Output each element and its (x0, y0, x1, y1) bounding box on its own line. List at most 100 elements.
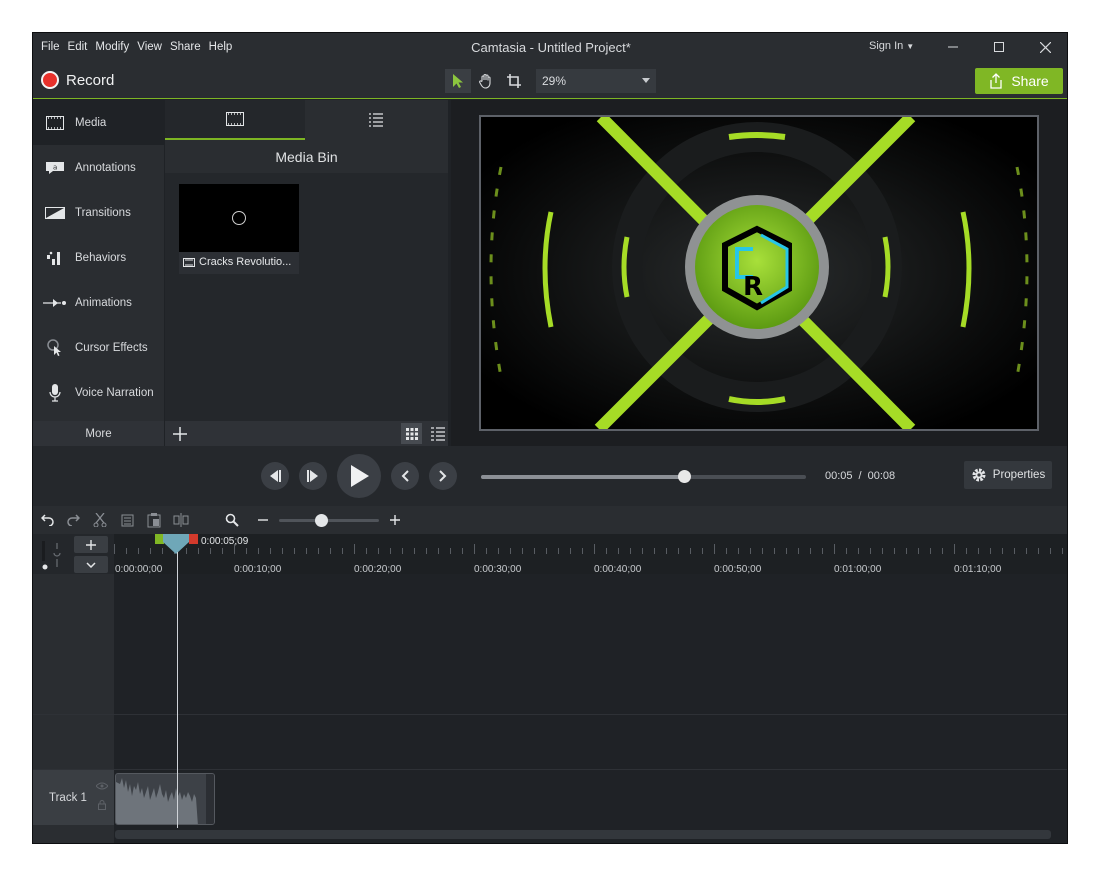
scrubber-handle[interactable] (678, 470, 692, 483)
properties-label: Properties (992, 469, 1046, 481)
nav-annotations-label: Annotations (75, 161, 136, 174)
track-1-label: Track 1 (49, 791, 87, 804)
menu-modify[interactable]: Modify (91, 41, 133, 53)
menu-view[interactable]: View (133, 41, 166, 53)
ruler-tick (558, 548, 559, 554)
ruler-tick (954, 544, 955, 554)
menu-help[interactable]: Help (205, 41, 237, 53)
arrow-pointer-icon (453, 74, 463, 88)
nav-cursor-effects[interactable]: Cursor Effects (33, 325, 164, 370)
film-icon (183, 257, 195, 267)
nav-voice-narration[interactable]: Voice Narration (33, 370, 164, 415)
undo-button[interactable] (39, 511, 57, 529)
playhead-time: 0:00:05;09 (201, 536, 249, 547)
nav-annotations[interactable]: a Annotations (33, 145, 164, 190)
tab-library[interactable] (306, 100, 446, 140)
ruler-tick (678, 548, 679, 554)
properties-button[interactable]: Properties (964, 461, 1052, 489)
ruler-tick (414, 548, 415, 554)
next-marker-button[interactable] (429, 462, 457, 490)
eye-icon[interactable] (96, 782, 108, 790)
zoom-dropdown[interactable]: 29% (536, 69, 656, 93)
close-button[interactable] (1022, 33, 1067, 61)
nav-media-label: Media (75, 116, 107, 129)
redo-icon (67, 514, 80, 526)
ruler-tick (462, 548, 463, 554)
minimize-button[interactable] (930, 33, 976, 61)
more-button[interactable]: More (33, 421, 164, 446)
step-forward-button[interactable] (299, 462, 327, 490)
chevron-right-icon (439, 470, 447, 482)
track-divider (33, 714, 1067, 715)
copy-button[interactable] (118, 511, 136, 529)
split-button[interactable] (172, 511, 190, 529)
select-tool[interactable] (445, 69, 471, 93)
canvas-tools (445, 69, 527, 93)
redo-button[interactable] (64, 511, 82, 529)
list-view-button[interactable] (427, 423, 448, 444)
maximize-button[interactable] (976, 33, 1022, 61)
ruler-tick (222, 548, 223, 554)
ruler-tick (330, 548, 331, 554)
playhead[interactable] (155, 534, 198, 554)
ruler-tick (402, 548, 403, 554)
ruler-tick (870, 548, 871, 554)
track-area[interactable] (114, 574, 1067, 843)
playback-scrubber[interactable] (481, 470, 806, 483)
hand-icon (479, 73, 491, 89)
menu-bar: File Edit Modify View Share Help (33, 41, 236, 53)
sign-in-button[interactable]: Sign In ▼ (869, 40, 914, 52)
ruler-label: 0:00:00;00 (115, 564, 163, 574)
zoom-slider-handle[interactable] (315, 514, 328, 527)
menu-share[interactable]: Share (166, 41, 205, 53)
pan-tool[interactable] (473, 69, 499, 93)
playback-bar: 00:05 / 00:08 Properties (33, 446, 1067, 506)
timeline-ruler[interactable]: 0:00:00;00 0:00:10;00 0:00:20;00 0:00:30;00… (114, 534, 1067, 574)
track-1-header[interactable]: Track 1 (33, 770, 114, 825)
tab-media-bin[interactable] (165, 100, 305, 140)
scissors-icon (93, 513, 107, 527)
nav-behaviors[interactable]: Behaviors (33, 235, 164, 280)
previous-marker-button[interactable] (391, 462, 419, 490)
menu-edit[interactable]: Edit (64, 41, 92, 53)
ruler-tick (930, 548, 931, 554)
ruler-tick (138, 548, 139, 554)
nav-animations[interactable]: Animations (33, 280, 164, 325)
video-preview[interactable]: R (479, 115, 1039, 431)
grid-view-button[interactable] (401, 423, 422, 444)
media-item-name: Cracks Revolutio... (199, 256, 292, 268)
annotation-icon: a (43, 158, 67, 178)
lock-icon[interactable] (98, 800, 106, 810)
chevron-down-icon (642, 78, 650, 83)
share-button[interactable]: Share (975, 68, 1063, 94)
paste-button[interactable] (145, 511, 163, 529)
ruler-tick (882, 548, 883, 554)
zoom-in-button[interactable] (386, 511, 404, 529)
timeline-zoom-slider[interactable] (279, 514, 379, 527)
zoom-out-button[interactable] (254, 511, 272, 529)
ruler-tick (150, 548, 151, 554)
track-options-button[interactable] (74, 556, 108, 573)
add-track-button[interactable] (74, 536, 108, 553)
ruler-tick (498, 548, 499, 554)
add-media-button[interactable] (173, 422, 187, 446)
minus-icon (258, 519, 268, 521)
ruler-tick (366, 548, 367, 554)
timeline-horizontal-scrollbar[interactable] (115, 830, 1051, 839)
media-item[interactable]: Cracks Revolutio... (179, 184, 299, 274)
step-back-button[interactable] (261, 462, 289, 490)
record-button[interactable]: Record (41, 71, 114, 89)
playhead-marker (155, 534, 198, 554)
menu-file[interactable]: File (37, 41, 64, 53)
nav-transitions[interactable]: Transitions (33, 190, 164, 235)
nav-voice-narration-label: Voice Narration (75, 386, 154, 399)
paste-icon (147, 513, 161, 528)
crop-tool[interactable] (501, 69, 527, 93)
ruler-tick (990, 548, 991, 554)
cut-button[interactable] (91, 511, 109, 529)
zoom-fit-button[interactable] (223, 511, 241, 529)
media-clip[interactable] (115, 773, 215, 825)
nav-media[interactable]: Media (33, 100, 164, 145)
play-button[interactable] (337, 454, 381, 498)
total-time: 00:08 (867, 470, 896, 482)
